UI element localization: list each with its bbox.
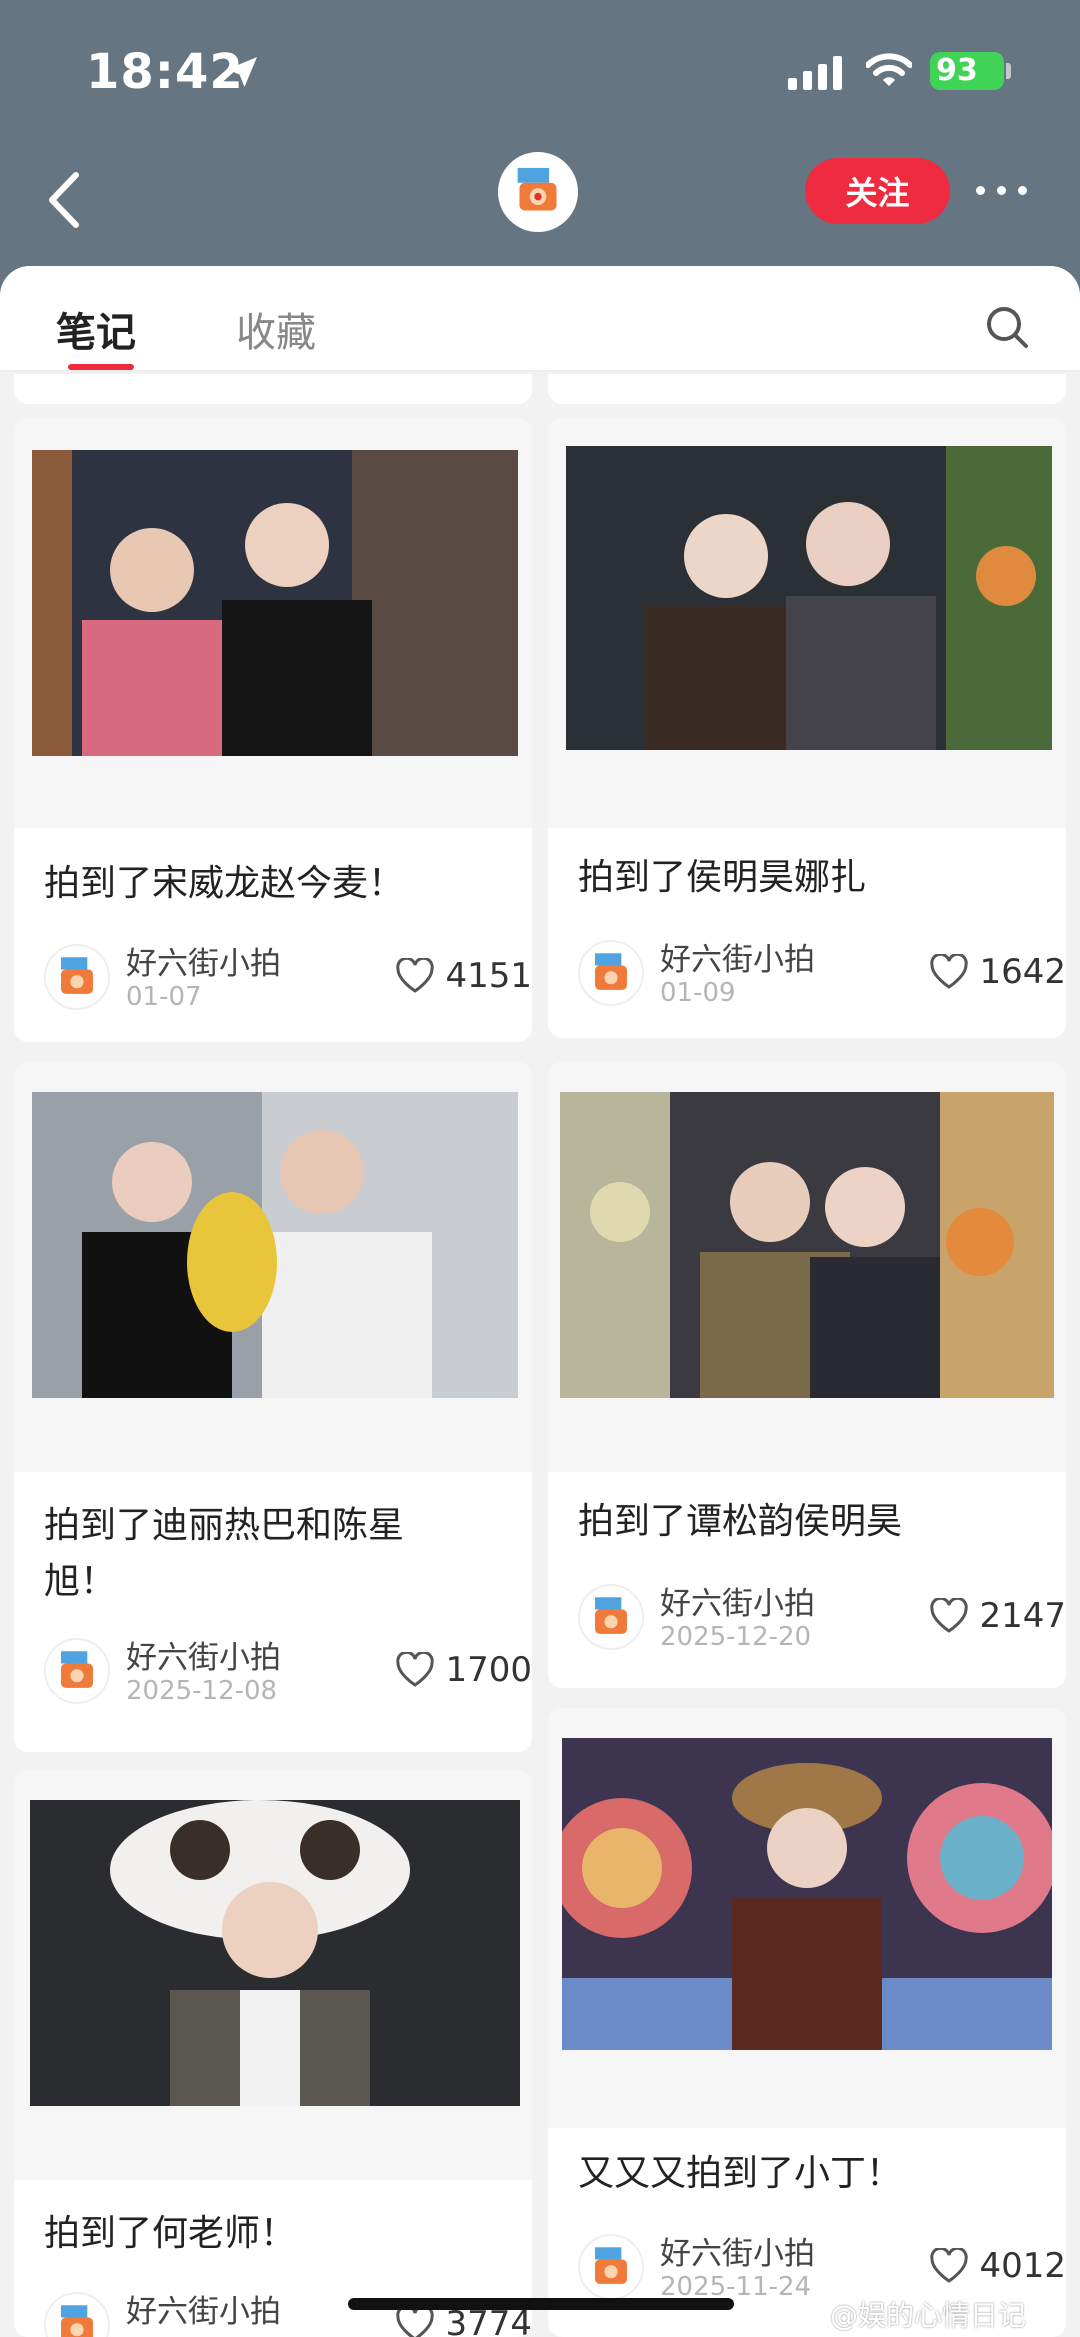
note-card[interactable]: 拍到了宋威龙赵今麦！ 好六街小拍 01-07 4151 xyxy=(14,418,532,1042)
note-author: 好六街小拍 2025-12-20 2147 xyxy=(578,1578,1066,1654)
wifi-icon xyxy=(866,53,912,86)
like-number: 4151 xyxy=(445,956,532,996)
note-date: 2025-12-20 xyxy=(660,1622,812,1652)
like-number: 1642 xyxy=(979,952,1066,992)
status-bar: 18:42 93 xyxy=(0,0,1080,140)
nav-bar: 关注 xyxy=(0,140,1080,270)
partial-card-top-left[interactable] xyxy=(14,374,532,404)
like-number: 1700 xyxy=(445,1650,532,1690)
note-title[interactable]: 拍到了宋威龙赵今麦！ xyxy=(44,856,514,912)
heart-icon[interactable] xyxy=(395,1652,435,1688)
location-arrow-icon xyxy=(227,57,257,87)
home-indicator[interactable] xyxy=(348,2298,734,2310)
more-icon[interactable] xyxy=(976,175,1036,205)
like-count[interactable]: 4151 xyxy=(395,956,532,996)
content-sheet: 笔记 收藏 拍到了宋威龙赵今麦！ 好六街小拍 01-07 4151 拍到了侯明昊… xyxy=(0,266,1080,2337)
note-author: 好六街小拍 2025-11-24 4012 xyxy=(578,2228,1066,2304)
heart-icon[interactable] xyxy=(929,1598,969,1634)
like-number: 2147 xyxy=(979,1596,1066,1636)
note-title[interactable]: 拍到了侯明昊娜扎 xyxy=(578,850,1048,906)
like-count[interactable]: 4012 xyxy=(929,2246,1066,2286)
battery-indicator: 93 xyxy=(930,52,1004,90)
battery-tip xyxy=(1006,63,1011,79)
partial-card-top-right[interactable] xyxy=(548,374,1066,404)
note-card[interactable]: 拍到了迪丽热巴和陈星旭！ 好六街小拍 2025-12-08 1700 xyxy=(14,1062,532,1752)
note-photo xyxy=(566,446,1052,750)
search-icon[interactable] xyxy=(984,304,1030,350)
tab-favorites[interactable]: 收藏 xyxy=(236,300,316,358)
note-title[interactable]: 拍到了何老师！ xyxy=(44,2206,514,2262)
author-avatar xyxy=(578,2234,644,2300)
note-author: 好六街小拍 3774 xyxy=(44,2286,532,2337)
like-count[interactable]: 1642 xyxy=(929,952,1066,992)
author-name[interactable]: 好六街小拍 xyxy=(126,938,281,983)
note-author: 好六街小拍 01-07 4151 xyxy=(44,938,532,1014)
like-number: 4012 xyxy=(979,2246,1066,2286)
tab-bar: 笔记 收藏 xyxy=(0,266,1080,372)
author-avatar xyxy=(44,944,110,1010)
author-name[interactable]: 好六街小拍 xyxy=(126,2286,281,2331)
note-card[interactable]: 拍到了侯明昊娜扎 好六街小拍 01-09 1642 xyxy=(548,418,1066,1038)
like-count[interactable]: 1700 xyxy=(395,1650,532,1690)
note-photo xyxy=(32,450,518,756)
watermark: @娱的心情日记 xyxy=(830,2294,1026,2334)
note-title[interactable]: 拍到了迪丽热巴和陈星旭！ xyxy=(44,1498,454,1610)
active-tab-indicator xyxy=(68,364,134,370)
author-avatar xyxy=(44,1638,110,1704)
author-name[interactable]: 好六街小拍 xyxy=(660,2228,815,2273)
heart-icon[interactable] xyxy=(395,2306,435,2337)
author-avatar xyxy=(44,2292,110,2337)
heart-icon[interactable] xyxy=(929,2248,969,2284)
note-title[interactable]: 又又又拍到了小丁！ xyxy=(578,2146,1048,2202)
note-photo xyxy=(32,1092,518,1398)
note-date: 01-07 xyxy=(126,982,202,1012)
note-date: 2025-12-08 xyxy=(126,1676,278,1706)
like-count[interactable]: 2147 xyxy=(929,1596,1066,1636)
note-author: 好六街小拍 01-09 1642 xyxy=(578,934,1066,1010)
note-date: 01-09 xyxy=(660,978,736,1008)
heart-icon[interactable] xyxy=(929,954,969,990)
note-photo xyxy=(560,1092,1054,1398)
tab-notes[interactable]: 笔记 xyxy=(56,300,136,358)
note-card[interactable]: 又又又拍到了小丁！ 好六街小拍 2025-11-24 4012 xyxy=(548,1708,1066,2337)
note-photo xyxy=(30,1800,520,2106)
note-photo xyxy=(562,1738,1052,2050)
follow-button[interactable]: 关注 xyxy=(805,158,950,224)
watermark-text: @娱的心情日记 xyxy=(830,2299,1027,2332)
author-name[interactable]: 好六街小拍 xyxy=(660,1578,815,1623)
author-name[interactable]: 好六街小拍 xyxy=(660,934,815,979)
signal-icon xyxy=(788,56,842,90)
note-title[interactable]: 拍到了谭松韵侯明昊 xyxy=(578,1494,1048,1550)
profile-avatar[interactable] xyxy=(498,152,578,232)
heart-icon[interactable] xyxy=(395,958,435,994)
author-avatar xyxy=(578,1584,644,1650)
back-icon[interactable] xyxy=(40,165,90,235)
status-time: 18:42 xyxy=(86,44,244,100)
note-author: 好六街小拍 2025-12-08 1700 xyxy=(44,1632,532,1708)
author-avatar xyxy=(578,940,644,1006)
note-card[interactable]: 拍到了谭松韵侯明昊 好六街小拍 2025-12-20 2147 xyxy=(548,1062,1066,1688)
author-name[interactable]: 好六街小拍 xyxy=(126,1632,281,1677)
note-card[interactable]: 拍到了何老师！ 好六街小拍 3774 xyxy=(14,1770,532,2337)
